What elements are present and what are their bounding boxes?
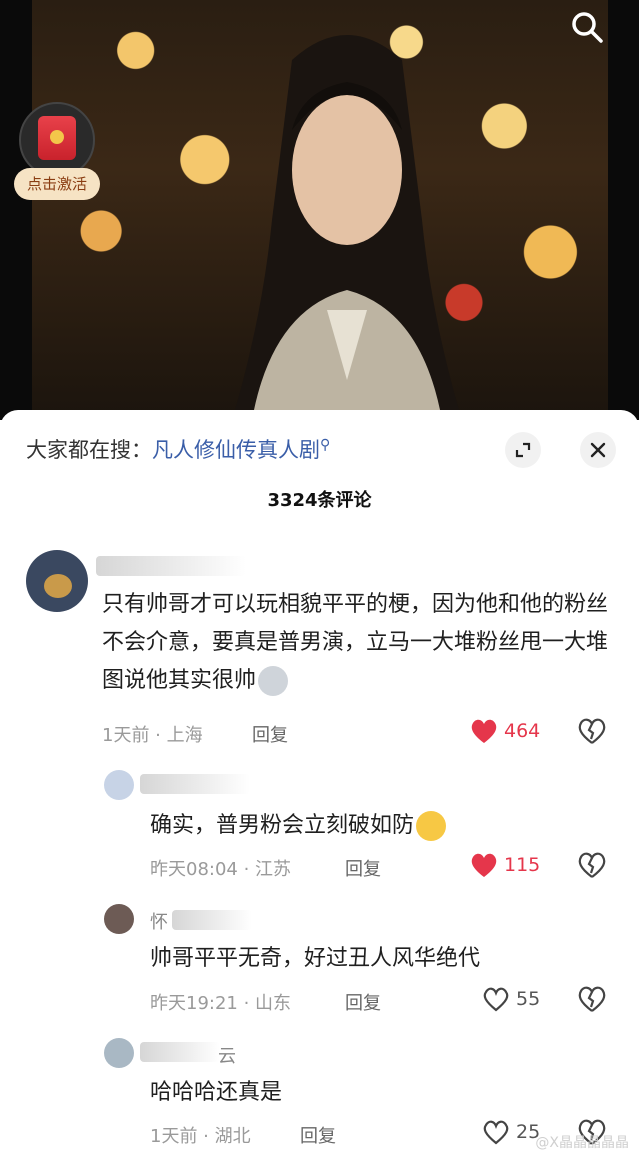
- comment-meta: 昨天08:04 · 江苏: [150, 859, 292, 880]
- heart-icon: [471, 719, 497, 743]
- comment-meta: 1天前 · 湖北: [150, 1126, 251, 1147]
- heart-icon: [471, 853, 497, 877]
- heart-icon: [483, 1120, 509, 1145]
- avatar[interactable]: [104, 770, 134, 800]
- broken-heart-icon[interactable]: [578, 717, 606, 745]
- reply-button[interactable]: 回复: [345, 989, 381, 1015]
- husky-emoji-icon: [258, 666, 289, 696]
- broken-heart-icon[interactable]: [578, 985, 606, 1013]
- magnifier-small-icon: ⚲: [320, 437, 331, 453]
- watermark: @X晶晶晶晶晶: [535, 1135, 629, 1151]
- like-count: 55: [516, 988, 541, 1010]
- comment-meta: 1天前 · 上海: [102, 725, 203, 746]
- expand-icon: [515, 442, 531, 458]
- crying-emoji-icon: [416, 811, 447, 841]
- expand-button[interactable]: [505, 432, 541, 468]
- comment-panel: 大家都在搜：凡人修仙传真人剧⚲ 3324条评论 只有帅哥才可以玩相貌平平的梗，因…: [0, 410, 639, 1160]
- video-person-figure: [232, 35, 462, 420]
- username-fragment[interactable]: 怀: [150, 908, 168, 934]
- search-icon[interactable]: [570, 10, 604, 44]
- like-button[interactable]: 464: [470, 718, 540, 744]
- comment-text: 只有帅哥才可以玩相貌平平的梗，因为他和他的粉丝不会介意，要真是普男演，立马一大堆…: [102, 586, 610, 700]
- red-envelope-icon: [38, 116, 76, 160]
- like-count: 464: [504, 720, 541, 742]
- like-button[interactable]: 25: [482, 1119, 540, 1145]
- reply-button[interactable]: 回复: [345, 855, 381, 881]
- heart-icon: [483, 987, 509, 1012]
- username-blurred[interactable]: [140, 774, 250, 794]
- hot-search-prefix: 大家都在搜：: [26, 438, 152, 462]
- username-blurred[interactable]: [96, 556, 246, 576]
- video-frame: [32, 0, 608, 420]
- video-player[interactable]: 点击激活: [0, 0, 639, 420]
- username-blurred[interactable]: [172, 910, 252, 930]
- activate-widget[interactable]: 点击激活: [14, 102, 100, 200]
- avatar[interactable]: [26, 550, 88, 612]
- avatar[interactable]: [104, 1038, 134, 1068]
- reply-button[interactable]: 回复: [300, 1122, 336, 1148]
- username-fragment[interactable]: 云: [218, 1042, 236, 1068]
- comment-meta: 昨天19:21 · 山东: [150, 993, 292, 1014]
- like-button[interactable]: 115: [470, 852, 540, 878]
- close-button[interactable]: [580, 432, 616, 468]
- hot-search-keyword[interactable]: 凡人修仙传真人剧: [152, 438, 320, 462]
- comment-count: 3324条评论: [267, 490, 372, 511]
- comment-text: 确实，普男粉会立刻破如防: [150, 807, 610, 845]
- comment-text: 帅哥平平无奇，好过丑人风华绝代: [150, 946, 481, 971]
- avatar[interactable]: [104, 904, 134, 934]
- like-button[interactable]: 55: [482, 986, 540, 1012]
- hot-search-bar: 大家都在搜：凡人修仙传真人剧⚲: [26, 434, 330, 464]
- like-count: 115: [504, 854, 541, 876]
- username-blurred[interactable]: [140, 1042, 220, 1062]
- broken-heart-icon[interactable]: [578, 851, 606, 879]
- reply-button[interactable]: 回复: [252, 721, 288, 747]
- comment-text: 哈哈哈还真是: [150, 1080, 283, 1105]
- close-icon: [590, 442, 606, 458]
- activate-label: 点击激活: [14, 168, 100, 200]
